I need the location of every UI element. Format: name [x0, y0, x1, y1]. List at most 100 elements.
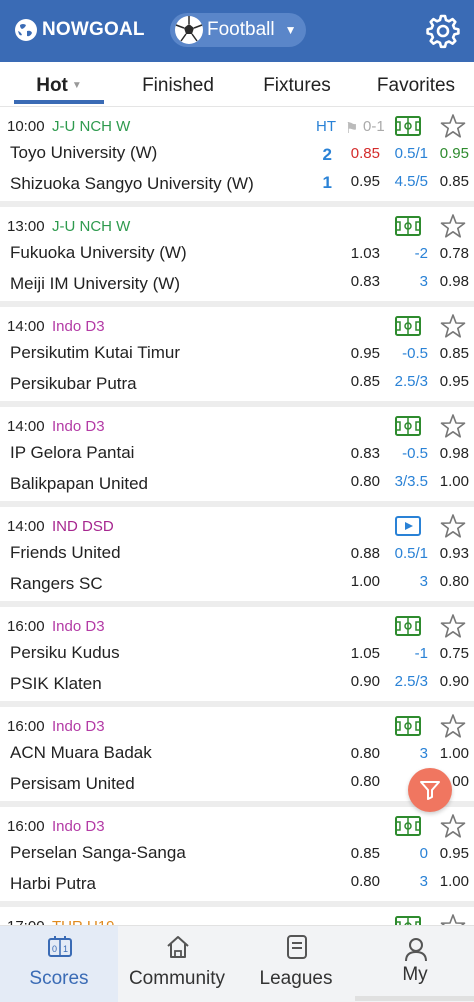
match-time: 14:00: [7, 318, 45, 335]
home-team[interactable]: Persikutim Kutai Timur: [10, 343, 180, 363]
home-odds-2[interactable]: 1.00: [409, 745, 469, 762]
match-row[interactable]: 10:00 J-U NCH W HT ⚑ 0-1 Toyo University (W) S…: [0, 107, 474, 207]
league-name[interactable]: Indo D3: [52, 618, 105, 635]
filter-icon: [420, 781, 440, 800]
star-icon[interactable]: [440, 113, 466, 139]
tab-fixtures-label: Fixtures: [263, 75, 331, 96]
match-row[interactable]: 14:00 IND DSD Friends United Rangers SC 0.88…: [0, 507, 474, 607]
nav-community[interactable]: Community: [118, 926, 236, 1002]
home-team[interactable]: Friends United: [10, 543, 121, 563]
home-odds-2[interactable]: 0.95: [409, 145, 469, 162]
league-name[interactable]: Indo D3: [52, 718, 105, 735]
match-list: 10:00 J-U NCH W HT ⚑ 0-1 Toyo University (W) S…: [0, 107, 474, 925]
match-row[interactable]: 16:00 Indo D3 ACN Muara Badak Persisam Unit…: [0, 707, 474, 807]
star-icon[interactable]: [440, 313, 466, 339]
league-name[interactable]: Indo D3: [52, 818, 105, 835]
star-icon[interactable]: [440, 213, 466, 239]
away-odds-2[interactable]: 1.00: [409, 873, 469, 890]
field-icon[interactable]: [395, 616, 421, 636]
league-name[interactable]: Indo D3: [52, 418, 105, 435]
away-team[interactable]: Meiji IM University (W): [10, 274, 180, 294]
league-name[interactable]: Indo D3: [52, 318, 105, 335]
away-odds-2[interactable]: 1.00: [409, 473, 469, 490]
home-team[interactable]: IP Gelora Pantai: [10, 443, 134, 463]
nav-scores-label: Scores: [29, 968, 89, 989]
field-icon[interactable]: [395, 916, 421, 925]
caret-down-icon: ▼: [284, 23, 297, 37]
away-team[interactable]: Harbi Putra: [10, 874, 96, 894]
away-odds-2[interactable]: 0.85: [409, 173, 469, 190]
away-odds-2[interactable]: 0.98: [409, 273, 469, 290]
star-icon[interactable]: [440, 713, 466, 739]
video-icon[interactable]: [395, 516, 421, 536]
nav-my-label: My: [402, 964, 428, 985]
away-team[interactable]: Shizuoka Sangyo University (W): [10, 174, 254, 194]
home-odds-2[interactable]: 0.93: [409, 545, 469, 562]
scoreboard-icon: 0 1: [48, 936, 72, 957]
field-icon[interactable]: [395, 316, 421, 336]
home-odds-2[interactable]: 0.95: [409, 845, 469, 862]
match-status: HT: [316, 118, 336, 135]
match-row[interactable]: 16:00 Indo D3 Persiku Kudus PSIK Klaten 1.05…: [0, 607, 474, 707]
field-icon[interactable]: [395, 416, 421, 436]
star-icon[interactable]: [440, 413, 466, 439]
field-icon[interactable]: [395, 216, 421, 236]
star-icon[interactable]: [440, 513, 466, 539]
tab-fixtures[interactable]: Fixtures: [248, 62, 346, 106]
match-time: 16:00: [7, 718, 45, 735]
match-row[interactable]: 14:00 Indo D3 Persikutim Kutai Timur Persik…: [0, 307, 474, 407]
home-team[interactable]: Toyo University (W): [10, 143, 157, 163]
document-icon: [287, 935, 307, 959]
user-icon: [405, 938, 427, 962]
bottom-nav: 0 1 Scores Community Leagues My: [0, 925, 474, 1002]
league-name[interactable]: IND DSD: [52, 518, 114, 535]
nav-my[interactable]: My: [356, 926, 474, 1002]
home-team[interactable]: Persiku Kudus: [10, 643, 120, 663]
match-time: 14:00: [7, 418, 45, 435]
field-icon[interactable]: [395, 816, 421, 836]
app-header: NOWGOAL Football ▼: [0, 0, 474, 62]
home-odds-2[interactable]: 0.85: [409, 345, 469, 362]
match-row[interactable]: 14:00 Indo D3 IP Gelora Pantai Balikpapan U…: [0, 407, 474, 507]
away-odds-2[interactable]: 0.95: [409, 373, 469, 390]
match-row[interactable]: 16:00 Indo D3 Perselan Sanga-Sanga Harbi Pu…: [0, 807, 474, 907]
home-team[interactable]: Perselan Sanga-Sanga: [10, 843, 186, 863]
home-team[interactable]: ACN Muara Badak: [10, 743, 152, 763]
away-team[interactable]: PSIK Klaten: [10, 674, 102, 694]
half-score: 0-1: [363, 118, 385, 135]
away-team[interactable]: Balikpapan United: [10, 474, 148, 494]
field-icon[interactable]: [395, 116, 421, 136]
match-row[interactable]: 13:00 J-U NCH W Fukuoka University (W) Meij…: [0, 207, 474, 307]
away-team[interactable]: Persisam United: [10, 774, 135, 794]
match-time: 17:00: [7, 918, 45, 925]
nav-leagues[interactable]: Leagues: [237, 926, 355, 1002]
sport-label: Football: [207, 19, 275, 40]
field-icon[interactable]: [395, 716, 421, 736]
home-odds-2[interactable]: 0.98: [409, 445, 469, 462]
gear-icon[interactable]: [425, 13, 461, 49]
sport-selector[interactable]: Football ▼: [170, 13, 306, 47]
star-icon[interactable]: [440, 813, 466, 839]
match-time: 10:00: [7, 118, 45, 135]
tab-finished[interactable]: Finished: [128, 62, 228, 106]
home-team[interactable]: Fukuoka University (W): [10, 243, 187, 263]
match-row[interactable]: 17:00 TUR U19: [0, 907, 474, 925]
star-icon[interactable]: [440, 913, 466, 925]
home-odds-2[interactable]: 0.75: [409, 645, 469, 662]
filter-button[interactable]: [408, 768, 452, 812]
svg-text:0: 0: [52, 944, 57, 954]
away-team[interactable]: Persikubar Putra: [10, 374, 137, 394]
tab-favorites[interactable]: Favorites: [370, 62, 462, 106]
match-time: 16:00: [7, 818, 45, 835]
app-logo[interactable]: NOWGOAL: [14, 18, 145, 42]
home-odds-2[interactable]: 0.78: [409, 245, 469, 262]
league-name[interactable]: J-U NCH W: [52, 118, 130, 135]
away-odds-2[interactable]: 0.80: [409, 573, 469, 590]
star-icon[interactable]: [440, 613, 466, 639]
away-odds-2[interactable]: 0.90: [409, 673, 469, 690]
away-team[interactable]: Rangers SC: [10, 574, 103, 594]
league-name[interactable]: TUR U19: [52, 918, 115, 925]
league-name[interactable]: J-U NCH W: [52, 218, 130, 235]
tab-finished-label: Finished: [142, 75, 214, 96]
nav-scores[interactable]: 0 1 Scores: [0, 926, 118, 1002]
